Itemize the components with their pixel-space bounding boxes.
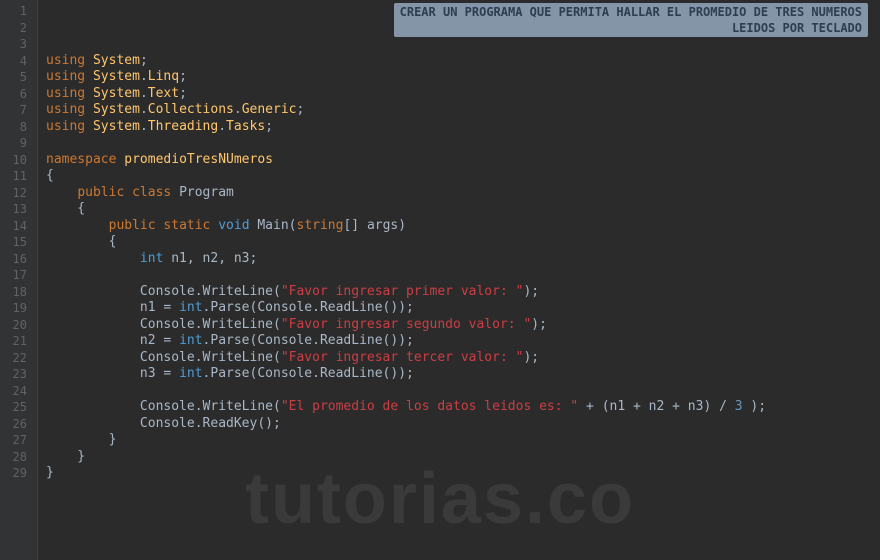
line-number: 9 (0, 135, 37, 152)
code-line: { (46, 201, 880, 218)
code-line: } (46, 449, 880, 466)
header-line2: LEIDOS POR TECLADO (400, 20, 862, 36)
line-number: 14 (0, 218, 37, 235)
line-number: 11 (0, 168, 37, 185)
code-line: public static void Main(string[] args) (46, 218, 880, 235)
line-gutter: 1 2 3 4 5 6 7 8 9 10 11 12 13 14 15 16 1… (0, 0, 38, 560)
line-number: 18 (0, 284, 37, 301)
line-number: 24 (0, 383, 37, 400)
line-number: 15 (0, 234, 37, 251)
code-line: n3 = int.Parse(Console.ReadLine()); (46, 366, 880, 383)
line-number: 29 (0, 465, 37, 482)
line-number: 21 (0, 333, 37, 350)
code-line (46, 267, 880, 284)
line-number: 28 (0, 449, 37, 466)
code-line: { (46, 168, 880, 185)
code-line: int n1, n2, n3; (46, 251, 880, 268)
code-area[interactable]: CREAR UN PROGRAMA QUE PERMITA HALLAR EL … (38, 0, 880, 560)
line-number: 8 (0, 119, 37, 136)
line-number: 26 (0, 416, 37, 433)
code-line: { (46, 234, 880, 251)
line-number: 16 (0, 251, 37, 268)
line-number: 5 (0, 69, 37, 86)
code-line: public class Program (46, 185, 880, 202)
code-line: using System.Threading.Tasks; (46, 119, 880, 136)
line-number: 1 (0, 3, 37, 20)
code-line: n2 = int.Parse(Console.ReadLine()); (46, 333, 880, 350)
code-line: Console.WriteLine("El promedio de los da… (46, 399, 880, 416)
code-line: using System; (46, 53, 880, 70)
code-line: } (46, 432, 880, 449)
line-number: 13 (0, 201, 37, 218)
line-number: 27 (0, 432, 37, 449)
code-line: Console.WriteLine("Favor ingresar primer… (46, 284, 880, 301)
line-number: 10 (0, 152, 37, 169)
line-number: 22 (0, 350, 37, 367)
line-number: 17 (0, 267, 37, 284)
line-number: 19 (0, 300, 37, 317)
header-line1: CREAR UN PROGRAMA QUE PERMITA HALLAR EL … (400, 5, 862, 19)
code-line (46, 383, 880, 400)
code-line: namespace promedioTresNUmeros (46, 152, 880, 169)
code-editor: 1 2 3 4 5 6 7 8 9 10 11 12 13 14 15 16 1… (0, 0, 880, 560)
code-line: Console.WriteLine("Favor ingresar tercer… (46, 350, 880, 367)
code-line: using System.Collections.Generic; (46, 102, 880, 119)
comment-header-box: CREAR UN PROGRAMA QUE PERMITA HALLAR EL … (394, 3, 868, 37)
line-number: 20 (0, 317, 37, 334)
code-line (46, 36, 880, 53)
code-line: using System.Text; (46, 86, 880, 103)
line-number: 6 (0, 86, 37, 103)
code-line: Console.WriteLine("Favor ingresar segund… (46, 317, 880, 334)
line-number: 12 (0, 185, 37, 202)
line-number: 4 (0, 53, 37, 70)
code-line: } (46, 465, 880, 482)
line-number: 7 (0, 102, 37, 119)
line-number: 3 (0, 36, 37, 53)
line-number: 23 (0, 366, 37, 383)
line-number: 2 (0, 20, 37, 37)
code-line (46, 135, 880, 152)
code-line: using System.Linq; (46, 69, 880, 86)
code-line: n1 = int.Parse(Console.ReadLine()); (46, 300, 880, 317)
code-line: Console.ReadKey(); (46, 416, 880, 433)
line-number: 25 (0, 399, 37, 416)
